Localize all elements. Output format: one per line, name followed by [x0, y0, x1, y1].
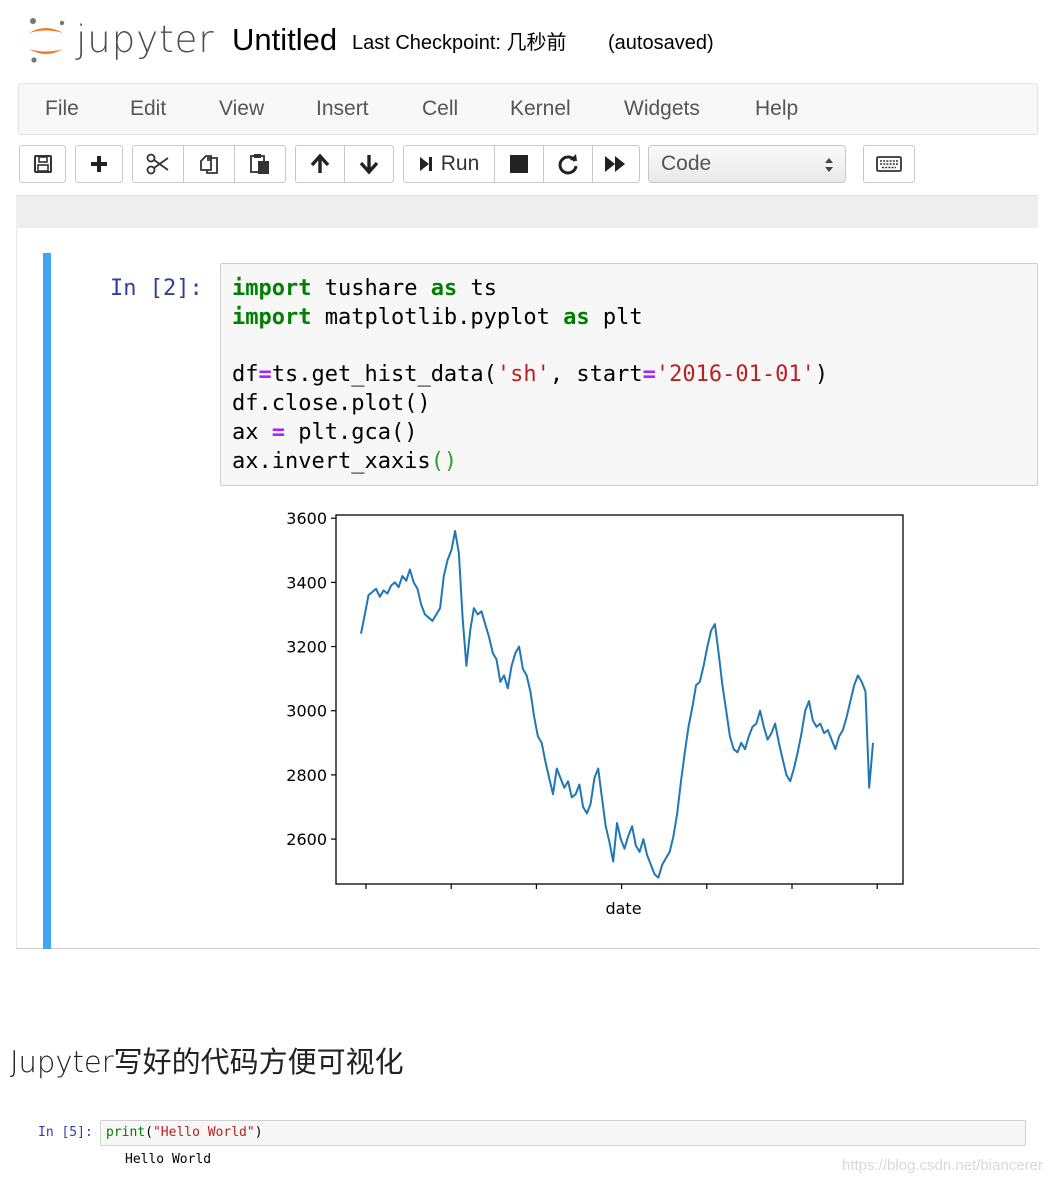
code-line-1: import tushare as ts [232, 276, 497, 301]
cell-type-value: Code [661, 152, 712, 175]
menu-view[interactable]: View [219, 97, 264, 121]
move-down-button[interactable] [344, 145, 394, 183]
keyboard-button-group [863, 145, 915, 183]
selected-cell-indicator [43, 253, 51, 949]
move-button-group [295, 145, 394, 183]
interrupt-button[interactable] [494, 145, 544, 183]
select-arrows-icon [825, 158, 833, 172]
edit-button-group [132, 145, 286, 183]
code-line-6: ax = plt.gca() [232, 420, 418, 445]
autosave-status: (autosaved) [608, 32, 714, 54]
x-axis-label: date [605, 899, 641, 918]
run-button-label: Run [440, 152, 480, 175]
cell-type-select[interactable]: Code [648, 145, 846, 183]
series-line [360, 530, 874, 879]
cell2-code-string: "Hello World" [152, 1125, 255, 1140]
menubar: File Edit View Insert Cell Kernel Widget… [18, 83, 1038, 135]
plot-frame [335, 514, 904, 885]
y-tick-label: 2800 [286, 766, 327, 785]
code-line-7: ax.invert_xaxis() [232, 449, 458, 474]
code-line-2: import matplotlib.pyplot as plt [232, 305, 643, 330]
cell2-code-open: ( [145, 1125, 153, 1140]
caption-text: Jupyter写好的代码方便可视化 [10, 1045, 404, 1079]
menu-widgets[interactable]: Widgets [624, 97, 700, 121]
restart-button[interactable] [543, 145, 593, 183]
menu-help[interactable]: Help [755, 97, 798, 121]
cell2-input-prompt: In [5]: [38, 1125, 93, 1140]
menu-insert[interactable]: Insert [316, 97, 369, 121]
insert-cell-button[interactable] [75, 145, 123, 183]
cell2-code-fn: print [106, 1125, 146, 1140]
copy-icon [200, 155, 218, 174]
menu-kernel[interactable]: Kernel [510, 97, 571, 121]
arrow-down-icon [359, 155, 379, 175]
header-divider-band [16, 195, 1038, 228]
keyboard-shortcuts-button[interactable] [863, 145, 915, 183]
y-tick-label: 2600 [286, 830, 327, 849]
run-all-button[interactable] [592, 145, 640, 183]
y-tick-label: 3200 [286, 638, 327, 657]
restart-icon [558, 154, 578, 175]
line-chart: 2600 2800 3000 3200 3400 3600 date [286, 509, 904, 918]
fast-forward-icon [605, 156, 625, 172]
code-line-5: df.close.plot() [232, 391, 431, 416]
jupyter-logo-text[interactable]: jupyter [76, 18, 215, 62]
move-up-button[interactable] [295, 145, 345, 183]
save-button[interactable] [19, 145, 66, 183]
cell2-code-close: ) [254, 1125, 263, 1140]
code-line-4: df=ts.get_hist_data('sh', start='2016-01… [232, 362, 829, 387]
watermark-text: https://blog.csdn.net/biancerer [842, 1157, 1043, 1174]
y-tick-label: 3400 [286, 573, 327, 592]
plus-icon [91, 156, 107, 172]
run-icon [419, 157, 432, 171]
run-button-group: Run [403, 145, 640, 183]
cell2-output: Hello World [125, 1152, 212, 1167]
menu-edit[interactable]: Edit [130, 97, 166, 121]
run-button[interactable]: Run [403, 145, 495, 183]
menu-file[interactable]: File [45, 97, 79, 121]
copy-button[interactable] [183, 145, 235, 183]
notebook-title[interactable]: Untitled [232, 22, 337, 58]
paste-icon [250, 154, 269, 174]
cell-input-prompt: In [2]: [110, 276, 203, 301]
insert-button-group [75, 145, 123, 183]
jupyter-logo-icon [29, 18, 65, 63]
paste-button[interactable] [234, 145, 286, 183]
stop-icon [510, 155, 528, 173]
scissors-icon [146, 153, 169, 175]
arrow-up-icon [310, 153, 330, 173]
keyboard-icon [876, 156, 902, 172]
last-checkpoint-text: Last Checkpoint: 几秒前 [352, 32, 567, 54]
save-icon [33, 155, 52, 173]
menu-cell[interactable]: Cell [422, 97, 458, 121]
cell2-code-line: print("Hello World") [106, 1125, 263, 1141]
cut-button[interactable] [132, 145, 184, 183]
y-tick-label: 3000 [286, 702, 327, 721]
save-button-group [19, 145, 66, 183]
y-tick-label: 3600 [286, 509, 327, 528]
